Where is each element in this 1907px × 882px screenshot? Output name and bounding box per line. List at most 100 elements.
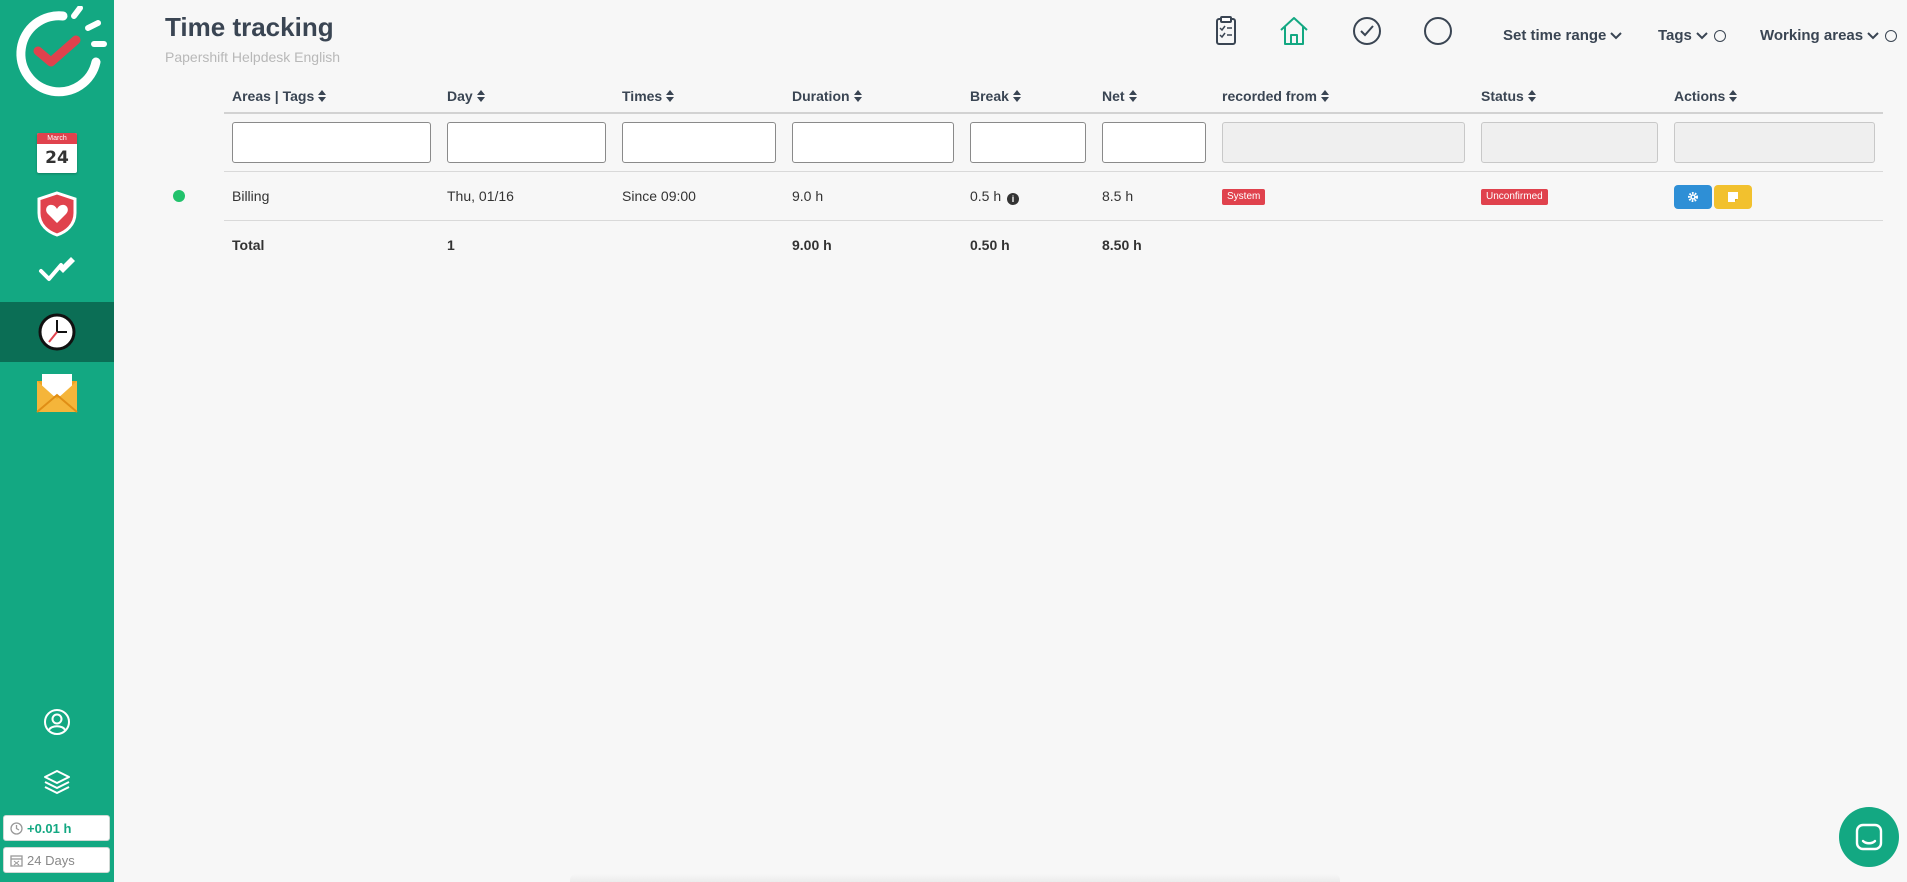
cell-duration: 9.0 h <box>792 188 824 204</box>
cell-area: Billing <box>232 188 270 204</box>
filter-day-input[interactable] <box>447 122 606 163</box>
time-range-dropdown[interactable]: Set time range <box>1503 27 1623 44</box>
calendar-icon: March 24 <box>37 133 77 173</box>
chevron-down-icon <box>1610 31 1623 39</box>
note-button[interactable] <box>1714 185 1752 209</box>
vacation-days-value: 24 Days <box>27 852 75 868</box>
filter-net-input[interactable] <box>1102 122 1206 163</box>
cell-break-value: 0.5 h <box>970 188 1002 204</box>
column-header-break[interactable]: Break <box>970 88 1021 104</box>
filter-recorded-from-input <box>1222 122 1465 163</box>
cell-times: Since 09:00 <box>622 188 696 204</box>
sort-icon <box>666 90 675 102</box>
column-label: Status <box>1481 88 1524 104</box>
total-label: Total <box>232 237 265 253</box>
column-label: Times <box>622 88 663 104</box>
calendar-day: 24 <box>45 148 69 168</box>
chat-icon <box>1855 823 1883 851</box>
time-range-label: Set time range <box>1503 27 1607 44</box>
tags-toggle-circle[interactable] <box>1713 29 1726 42</box>
settings-button[interactable] <box>1674 185 1712 209</box>
chevron-down-icon <box>1696 31 1708 39</box>
sort-icon <box>1527 90 1536 102</box>
sidebar-item-time-tracking[interactable] <box>0 302 114 362</box>
sidebar-item-profile[interactable] <box>0 700 114 744</box>
column-label: Day <box>447 88 473 104</box>
filter-areas-input[interactable] <box>232 122 431 163</box>
filter-duration-input[interactable] <box>792 122 954 163</box>
working-areas-dropdown[interactable]: Working areas <box>1760 27 1898 44</box>
tags-label: Tags <box>1658 27 1692 44</box>
papershift-logo[interactable] <box>8 6 108 102</box>
check-circle-icon[interactable] <box>1350 14 1384 48</box>
page-title: Time tracking <box>165 12 334 42</box>
status-badge: Unconfirmed <box>1481 189 1548 205</box>
sidebar-item-layers[interactable] <box>0 760 114 804</box>
cell-day: Thu, 01/16 <box>447 188 514 204</box>
working-areas-toggle-circle[interactable] <box>1885 29 1898 42</box>
note-icon <box>1728 192 1738 202</box>
vacation-days-box[interactable]: 24 Days <box>3 847 110 873</box>
tags-dropdown[interactable]: Tags <box>1658 27 1726 44</box>
chat-launcher-button[interactable] <box>1839 807 1899 867</box>
column-header-times[interactable]: Times <box>622 88 675 104</box>
sidebar-item-calendar[interactable]: March 24 <box>0 124 114 182</box>
column-header-areas[interactable]: Areas | Tags <box>232 88 327 104</box>
circle-icon[interactable] <box>1421 14 1455 48</box>
filter-times-input[interactable] <box>622 122 776 163</box>
sort-icon <box>1012 90 1021 102</box>
row-divider <box>224 171 1883 172</box>
column-label: Net <box>1102 88 1125 104</box>
sort-icon <box>1128 90 1137 102</box>
cell-break: 0.5 h i <box>970 188 1020 205</box>
sidebar-item-tasks[interactable] <box>0 240 114 298</box>
status-dot <box>173 190 185 202</box>
filter-status-input <box>1481 122 1658 163</box>
layers-icon <box>44 770 70 794</box>
row-divider <box>224 220 1883 221</box>
page-subtitle: Papershift Helpdesk English <box>165 49 341 65</box>
calendar-month: March <box>37 133 77 144</box>
column-label: Actions <box>1674 88 1726 104</box>
filter-actions-input <box>1674 122 1875 163</box>
column-header-actions[interactable]: Actions <box>1674 88 1738 104</box>
column-header-day[interactable]: Day <box>447 88 485 104</box>
header-divider <box>224 112 1883 114</box>
clipboard-icon[interactable] <box>1209 14 1243 48</box>
total-break: 0.50 h <box>970 237 1010 253</box>
sort-icon <box>476 90 485 102</box>
sort-icon <box>1320 90 1329 102</box>
cell-net: 8.5 h <box>1102 188 1134 204</box>
home-icon[interactable] <box>1277 14 1311 48</box>
column-header-recorded-from[interactable]: recorded from <box>1222 88 1329 104</box>
bottom-panel-edge <box>570 874 1340 882</box>
calendar-small-icon <box>10 854 23 867</box>
clock-small-icon <box>10 821 23 835</box>
column-label: Areas | Tags <box>232 88 315 104</box>
mail-icon <box>36 374 78 413</box>
column-header-duration[interactable]: Duration <box>792 88 862 104</box>
sort-icon <box>1729 90 1738 102</box>
column-label: Break <box>970 88 1009 104</box>
sidebar-item-messages[interactable] <box>0 364 114 422</box>
working-areas-label: Working areas <box>1760 27 1864 44</box>
chevron-down-icon <box>1867 31 1879 39</box>
column-header-status[interactable]: Status <box>1481 88 1536 104</box>
sort-icon <box>853 90 862 102</box>
total-duration: 9.00 h <box>792 237 832 253</box>
check-pen-icon <box>39 257 75 281</box>
sidebar-item-health[interactable] <box>0 185 114 243</box>
column-label: Duration <box>792 88 850 104</box>
sidebar: March 24 +0.01 h 24 Days <box>0 0 114 882</box>
clock-icon <box>38 313 76 351</box>
recorded-from-badge: System <box>1222 189 1266 205</box>
filter-break-input[interactable] <box>970 122 1086 163</box>
overtime-value: +0.01 h <box>27 820 72 836</box>
info-icon[interactable]: i <box>1007 193 1020 205</box>
total-net: 8.50 h <box>1102 237 1142 253</box>
column-header-net[interactable]: Net <box>1102 88 1137 104</box>
shield-heart-icon <box>37 191 77 237</box>
user-icon <box>44 709 70 735</box>
sort-icon <box>318 90 327 102</box>
overtime-box[interactable]: +0.01 h <box>3 815 110 841</box>
